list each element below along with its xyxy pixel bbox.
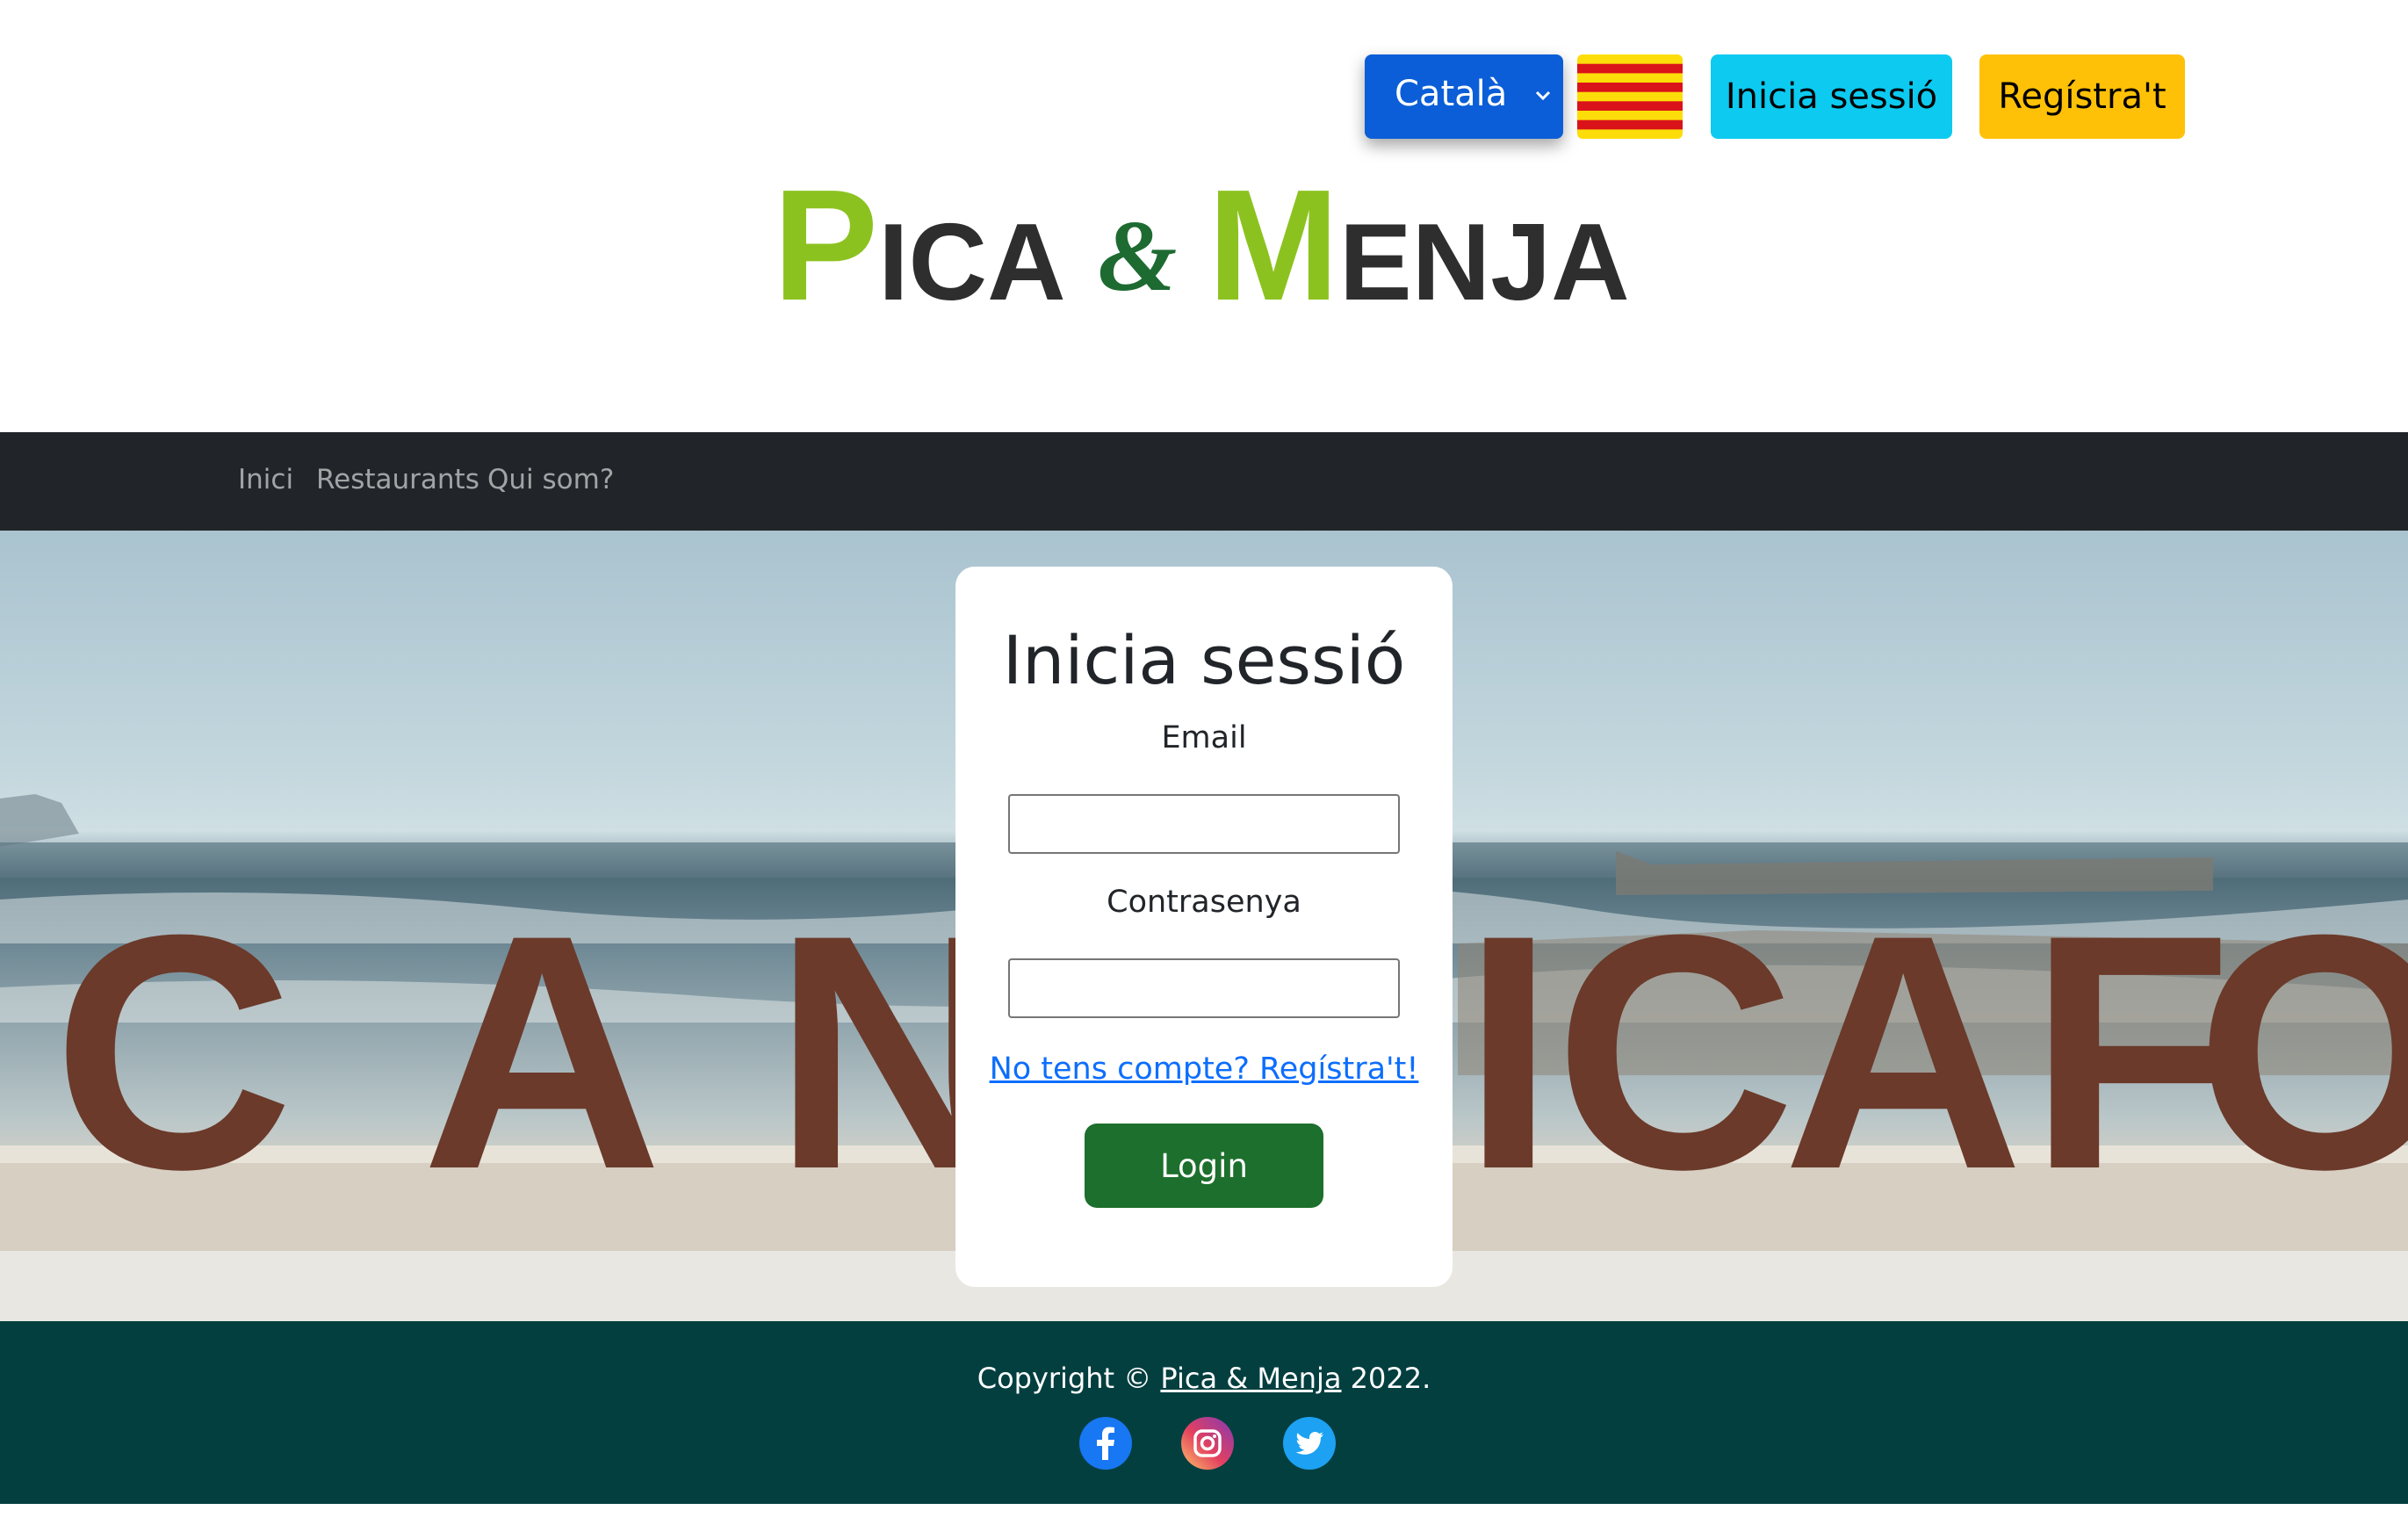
language-select-value: Català — [1395, 74, 1508, 114]
copyright-prefix: Copyright © — [977, 1362, 1161, 1395]
language-select[interactable]: Català — [1365, 54, 1563, 139]
twitter-icon[interactable] — [1282, 1416, 1337, 1471]
nav-item-qui-som[interactable]: Qui som? — [487, 464, 614, 495]
login-button-header[interactable]: Inicia sessió — [1711, 54, 1952, 139]
facebook-icon[interactable] — [1078, 1416, 1133, 1471]
nav-item-restaurants[interactable]: Restaurants — [316, 464, 479, 495]
logo-letter-m: M — [1208, 157, 1339, 334]
sign-letter: A — [1783, 865, 2023, 1239]
site-footer: Copyright © Pica & Menja 2022. — [0, 1321, 2408, 1504]
login-submit-button[interactable]: Login — [1085, 1124, 1323, 1208]
catalan-flag-icon[interactable] — [1577, 54, 1683, 139]
chevron-down-icon — [1535, 90, 1551, 101]
sign-letter: C — [1554, 865, 1795, 1239]
copyright-year: 2022. — [1341, 1362, 1431, 1395]
logo-text-enja: ENJA — [1338, 202, 1630, 323]
sign-letter: I — [1462, 865, 1555, 1239]
copyright-text: Copyright © Pica & Menja 2022. — [0, 1362, 2408, 1395]
instagram-icon[interactable] — [1180, 1416, 1235, 1471]
sign-letter: O — [2195, 865, 2408, 1239]
register-button-header[interactable]: Regístra't — [1979, 54, 2185, 139]
email-field[interactable] — [1008, 794, 1400, 854]
password-label: Contrasenya — [1107, 885, 1301, 920]
logo-letter-p: P — [773, 157, 879, 334]
site-header: Català Inicia sessió Regístra't PICA & M… — [0, 0, 2408, 432]
sign-letter: A — [422, 865, 662, 1239]
nav-item-inici[interactable]: Inici — [238, 464, 293, 495]
password-field[interactable] — [1008, 958, 1400, 1018]
logo-ampersand: & — [1098, 200, 1178, 313]
email-label: Email — [1161, 720, 1247, 755]
main-navbar: Inici Restaurants Qui som? — [0, 432, 2408, 531]
register-link[interactable]: No tens compte? Regístra't! — [955, 1051, 1453, 1087]
footer-brand-link[interactable]: Pica & Menja — [1160, 1362, 1341, 1395]
login-card: Inicia sessió Email Contrasenya No tens … — [955, 567, 1453, 1287]
logo-text-ica: ICA — [878, 202, 1066, 323]
login-title: Inicia sessió — [1002, 621, 1406, 699]
sign-letter: C — [53, 865, 293, 1239]
site-logo[interactable]: PICA & MENJA — [773, 167, 1633, 334]
